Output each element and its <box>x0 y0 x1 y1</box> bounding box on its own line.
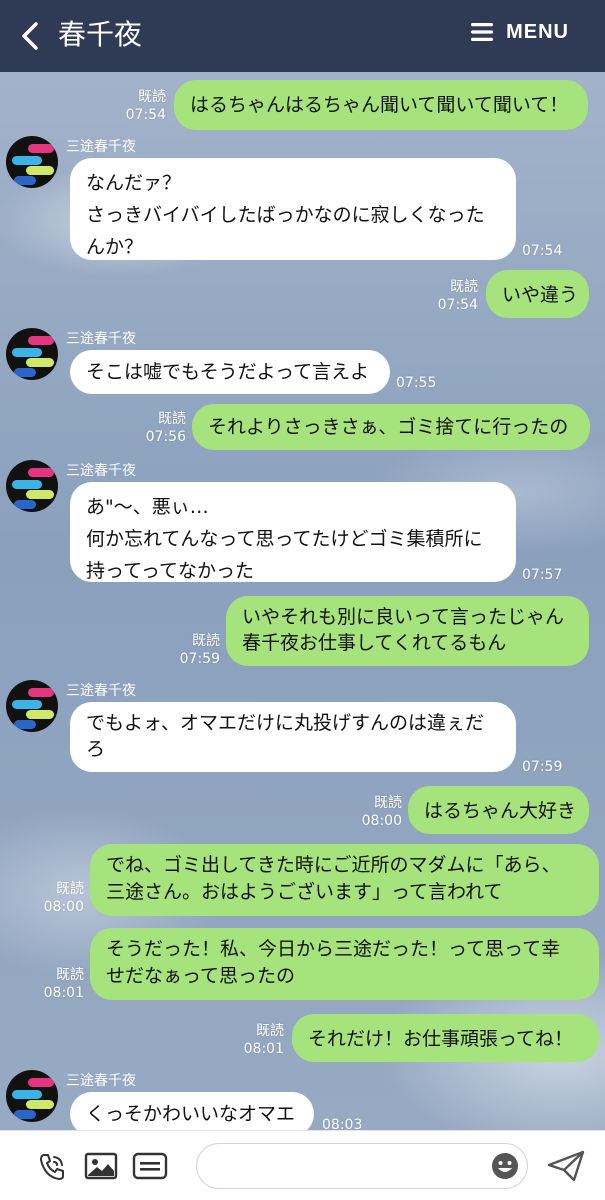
message-line: 持ってってなかった <box>86 560 254 582</box>
chat-title: 春千夜 <box>58 18 143 51</box>
menu-label: MENU <box>506 20 569 43</box>
back-button[interactable] <box>14 18 50 54</box>
message-time: 07:54 <box>437 297 478 313</box>
message-text: はるちゃん大好き <box>424 800 577 822</box>
read-receipt: 既読 <box>138 89 166 105</box>
message-meta: 既読 07:59 <box>174 632 220 668</box>
menu-button[interactable]: MENU <box>470 20 569 44</box>
message-meta: 既読 07:54 <box>120 88 166 124</box>
message-line: あ"〜、悪ぃ… <box>86 496 209 518</box>
message-text: いや違う <box>502 284 579 306</box>
message-meta: 既読 07:56 <box>140 410 186 446</box>
message-line: 三途さん。おはようございます」って言われて <box>106 881 503 903</box>
sender-name: 三途春千夜 <box>66 139 136 155</box>
message-line: なんだァ？ <box>86 172 182 194</box>
hamburger-icon <box>471 23 494 41</box>
sender-name: 三途春千夜 <box>66 683 136 699</box>
message-time: 07:57 <box>522 567 563 583</box>
avatar[interactable] <box>6 1070 58 1122</box>
message-time: 07:54 <box>522 243 563 259</box>
message-time: 08:00 <box>361 813 402 829</box>
message-bubble[interactable]: はるちゃんはるちゃん聞いて聞いて聞いて！ <box>174 80 588 130</box>
message-time: 08:01 <box>243 1041 284 1057</box>
message-line: ろ <box>86 738 106 760</box>
read-receipt: 既読 <box>158 411 186 427</box>
avatar[interactable] <box>6 460 58 512</box>
read-receipt: 既読 <box>56 967 84 983</box>
message-time: 07:59 <box>179 651 220 667</box>
message-text: はるちゃんはるちゃん聞いて聞いて聞いて！ <box>190 94 569 116</box>
message-bubble[interactable]: はるちゃん大好き <box>408 786 589 834</box>
chat-header: 春千夜 MENU <box>0 0 605 72</box>
message-bubble[interactable]: それだけ！お仕事頑張ってね！ <box>292 1014 599 1062</box>
message-bubble[interactable]: なんだァ？ さっきバイバイしたばっかなのに寂しくなった んか？ <box>70 158 516 260</box>
message-time: 08:01 <box>43 985 84 1001</box>
message-bubble[interactable]: そうだった！私、今日から三途だった！って思って幸 せだなぁって思ったの <box>90 928 599 1000</box>
image-icon[interactable] <box>84 1151 118 1185</box>
message-bubble[interactable]: くっそかわいいなオマエ <box>70 1092 314 1130</box>
avatar[interactable] <box>6 136 58 188</box>
message-bubble[interactable]: でもよォ、オマエだけに丸投げすんのは違ぇだ ろ <box>70 702 516 772</box>
chevron-left-icon <box>22 22 38 50</box>
message-meta: 既読 07:54 <box>432 278 478 314</box>
message-meta: 既読 08:00 <box>356 794 402 830</box>
message-text: そこは嘘でもそうだよって言えよ <box>86 361 370 383</box>
message-time: 07:54 <box>125 107 166 123</box>
sender-name: 三途春千夜 <box>66 463 136 479</box>
read-receipt: 既読 <box>56 881 84 897</box>
message-line: んか？ <box>86 236 144 258</box>
message-text: それだけ！お仕事頑張ってね！ <box>308 1028 574 1050</box>
avatar[interactable] <box>6 328 58 380</box>
message-bubble[interactable]: でね、ゴミ出してきた時にご近所のマダムに「あら、 三途さん。おはようございます」… <box>90 844 599 916</box>
message-line: 春千夜お仕事してくれてるもん <box>242 632 507 654</box>
message-line: せだなぁって思ったの <box>106 965 296 987</box>
message-time: 08:03 <box>322 1117 363 1130</box>
message-meta: 既読 08:00 <box>38 880 84 916</box>
message-line: さっきバイバイしたばっかなのに寂しくなった <box>86 204 485 226</box>
composer-bar <box>0 1130 605 1200</box>
message-text: くっそかわいいなオマエ <box>86 1103 296 1125</box>
send-icon[interactable] <box>546 1149 586 1187</box>
read-receipt: 既読 <box>450 279 478 295</box>
message-bubble[interactable]: いやそれも別に良いって言ったじゃん 春千夜お仕事してくれてるもん <box>226 596 589 666</box>
sender-name: 三途春千夜 <box>66 331 136 347</box>
message-time: 07:56 <box>145 429 186 445</box>
message-meta: 既読 08:01 <box>238 1022 284 1058</box>
message-time: 07:55 <box>396 375 437 391</box>
message-line: 何か忘れてんなって思ってたけどゴミ集積所に <box>86 528 483 550</box>
keyboard-icon[interactable] <box>132 1152 168 1184</box>
sender-name: 三途春千夜 <box>66 1073 136 1089</box>
message-text: それよりさっきさぁ、ゴミ捨てに行ったの <box>208 416 569 438</box>
message-bubble[interactable]: いや違う <box>486 270 589 318</box>
message-time: 08:00 <box>43 899 84 915</box>
read-receipt: 既読 <box>374 795 402 811</box>
message-line: でもよォ、オマエだけに丸投げすんのは違ぇだ <box>86 712 485 734</box>
message-bubble[interactable]: そこは嘘でもそうだよって言えよ <box>70 350 390 394</box>
phone-icon[interactable] <box>36 1151 68 1187</box>
message-input[interactable] <box>196 1143 528 1189</box>
read-receipt: 既読 <box>192 633 220 649</box>
message-bubble[interactable]: あ"〜、悪ぃ… 何か忘れてんなって思ってたけどゴミ集積所に 持ってってなかった <box>70 482 516 582</box>
message-line: でね、ゴミ出してきた時にご近所のマダムに「あら、 <box>106 854 561 876</box>
read-receipt: 既読 <box>256 1023 284 1039</box>
avatar[interactable] <box>6 680 58 732</box>
message-line: いやそれも別に良いって言ったじゃん <box>242 606 565 628</box>
message-line: そうだった！私、今日から三途だった！って思って幸 <box>106 938 561 960</box>
message-meta: 既読 08:01 <box>38 966 84 1002</box>
message-list[interactable]: 既読 07:54 はるちゃんはるちゃん聞いて聞いて聞いて！ 三途春千夜 なんだァ… <box>0 72 605 1130</box>
message-time: 07:59 <box>522 759 563 775</box>
emoji-icon[interactable] <box>491 1152 519 1180</box>
message-bubble[interactable]: それよりさっきさぁ、ゴミ捨てに行ったの <box>192 404 590 450</box>
